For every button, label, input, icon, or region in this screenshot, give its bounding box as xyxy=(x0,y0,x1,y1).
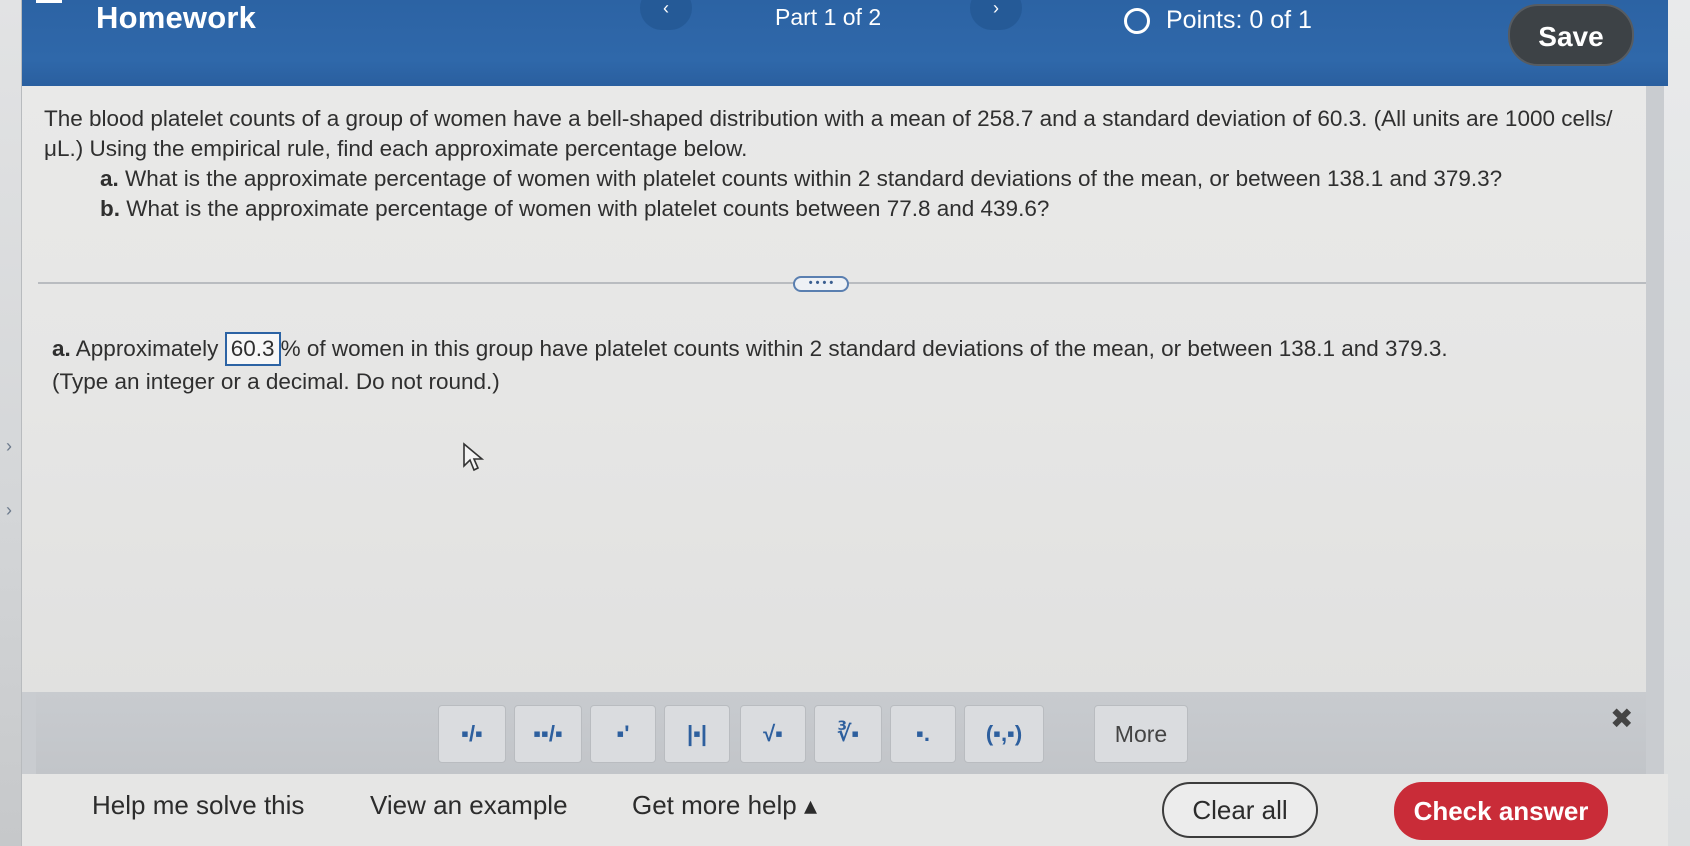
points-circle-icon xyxy=(1124,7,1150,34)
question-panel: The blood platelet counts of a group of … xyxy=(22,86,1646,692)
square-root-tool[interactable]: √▪ xyxy=(740,705,806,763)
header-bar: Homework ‹ Part 1 of 2 › Points: 0 of 1 … xyxy=(22,0,1668,86)
clear-all-button[interactable]: Clear all xyxy=(1162,782,1318,838)
math-toolbar: ▪/▪ ▪▪/▪ ▪' |▪| √▪ ∛▪ ▪. (▪,▪) More ✖ xyxy=(36,692,1646,774)
chevron-right-icon: › xyxy=(6,436,12,456)
part-a-text: What is the approximate percentage of wo… xyxy=(125,166,1503,191)
chevron-right-icon: › xyxy=(6,500,12,520)
nth-root-tool[interactable]: ∛▪ xyxy=(814,705,882,763)
help-me-solve-link[interactable]: Help me solve this xyxy=(92,790,304,821)
mouse-pointer-icon xyxy=(463,442,484,472)
answer-part-label: a. xyxy=(52,336,71,361)
close-toolbar-icon[interactable]: ✖ xyxy=(1610,702,1633,735)
ordered-pair-tool[interactable]: (▪,▪) xyxy=(964,705,1044,763)
view-example-link[interactable]: View an example xyxy=(370,790,568,821)
answer-hint: (Type an integer or a decimal. Do not ro… xyxy=(52,369,500,394)
background-window-edge: › › xyxy=(0,0,22,846)
answer-suffix: % of women in this group have platelet c… xyxy=(280,336,1448,361)
points-indicator: Points: 0 of 1 xyxy=(1124,6,1312,35)
points-label: Points: 0 of 1 xyxy=(1166,6,1312,34)
part-indicator: Part 1 of 2 xyxy=(775,4,882,30)
question-intro: The blood platelet counts of a group of … xyxy=(44,106,1613,161)
background-window-edge-right xyxy=(1664,0,1690,846)
menu-icon[interactable] xyxy=(36,0,62,3)
part-b-text: What is the approximate percentage of wo… xyxy=(126,196,1050,221)
get-more-help-link[interactable]: Get more help ▴ xyxy=(632,790,817,821)
fraction-tool[interactable]: ▪/▪ xyxy=(438,705,506,763)
next-part-button[interactable]: › xyxy=(970,0,1022,30)
exponent-tool[interactable]: ▪' xyxy=(590,705,656,763)
previous-part-button[interactable]: ‹ xyxy=(640,0,692,30)
answer-prefix: Approximately xyxy=(75,336,219,361)
absolute-value-tool[interactable]: |▪| xyxy=(664,705,730,763)
answer-line: a. Approximately 60.3% of women in this … xyxy=(52,332,1448,366)
answer-input[interactable]: 60.3 xyxy=(224,332,281,366)
question-part-b: b. What is the approximate percentage of… xyxy=(44,194,1634,224)
check-answer-button[interactable]: Check answer xyxy=(1394,782,1608,840)
part-a-label: a. xyxy=(100,166,119,191)
question-text: The blood platelet counts of a group of … xyxy=(44,104,1634,224)
part-b-label: b. xyxy=(100,196,120,221)
save-button[interactable]: Save xyxy=(1508,4,1634,66)
subscript-tool[interactable]: ▪. xyxy=(890,705,956,763)
question-part-a: a. What is the approximate percentage of… xyxy=(44,164,1634,194)
more-tools-button[interactable]: More xyxy=(1094,705,1188,763)
page-title: Homework xyxy=(96,0,257,35)
answer-area: a. Approximately 60.3% of women in this … xyxy=(52,332,1448,398)
mixed-number-tool[interactable]: ▪▪/▪ xyxy=(514,705,582,763)
expand-handle[interactable]: • • • • xyxy=(793,276,849,292)
bottom-action-bar: Help me solve this View an example Get m… xyxy=(22,774,1668,846)
